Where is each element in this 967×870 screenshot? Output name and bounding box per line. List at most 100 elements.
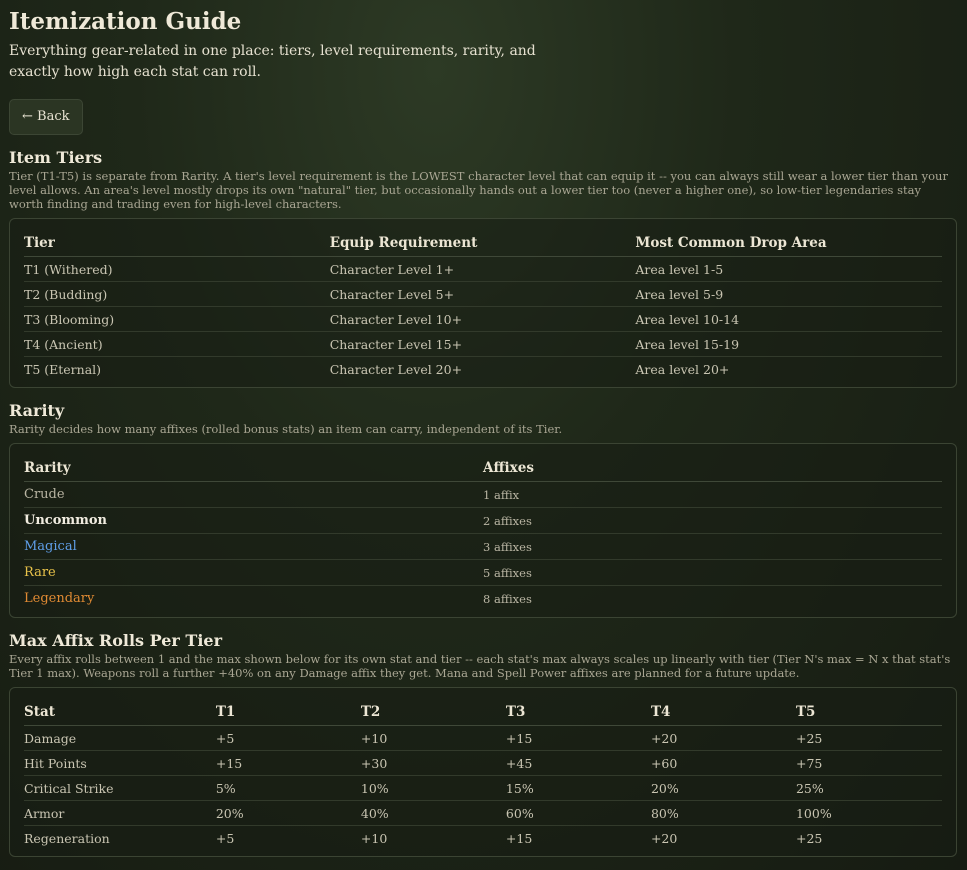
page-title: Itemization Guide <box>9 8 242 35</box>
table-row: Rare 5 affixes <box>24 559 942 586</box>
rarity-name: Legendary <box>24 591 95 606</box>
max-affix-card: Stat T1 T2 T3 T4 T5 Damage +5 +10 +15 +20 +25… <box>9 687 957 857</box>
max-affix-table-body: Damage +5 +10 +15 +20 +25 Hit Points +15 +30 +45 +… <box>24 725 942 851</box>
max-affix-section: Max Affix Rolls Per Tier Every affix rol… <box>9 630 957 857</box>
roll-t2: +10 <box>360 725 506 751</box>
roll-t2: +30 <box>360 750 506 776</box>
rarity-card: Rarity Affixes Crude 1 affix Uncommon 2 aff… <box>9 443 957 618</box>
rarity-name: Crude <box>24 481 483 508</box>
table-row: Regeneration +5 +10 +15 +20 +25 <box>24 826 942 851</box>
tier-requirement: Character Level 15+ <box>329 331 636 357</box>
roll-t5: +25 <box>795 830 823 846</box>
rarity-table-body: Crude 1 affix Uncommon 2 affixes Magical 3 af… <box>24 481 942 612</box>
table-row: Armor 20% 40% 60% 80% 100% <box>24 800 942 826</box>
item-tiers-table: Tier Equip Requirement Most Common Drop … <box>24 230 942 381</box>
roll-t4: +60 <box>650 750 796 776</box>
roll-t1: +5 <box>215 830 235 846</box>
rarity-heading: Rarity <box>9 401 65 420</box>
tier-drop-area: Area level 5-9 <box>635 281 942 307</box>
tier-drop-area: Area level 10-14 <box>635 306 942 332</box>
tier-requirement: Character Level 10+ <box>329 306 636 332</box>
roll-t1: 20% <box>215 800 361 826</box>
tier-requirement: Character Level 1+ <box>329 256 636 282</box>
table-row: Critical Strike 5% 10% 15% 20% 25% <box>24 775 942 801</box>
column-header-drop-area: Most Common Drop Area <box>635 230 942 257</box>
column-header-t1: T1 <box>215 699 361 726</box>
rarity-affixes: 1 affix <box>483 481 942 508</box>
table-header-row: Rarity Affixes <box>24 455 942 482</box>
table-header-row: Stat T1 T2 T3 T4 T5 <box>24 699 942 726</box>
roll-t3: +45 <box>505 750 651 776</box>
column-header-t4: T4 <box>650 699 796 726</box>
roll-t2: 10% <box>360 775 506 801</box>
tier-name: T5 (Eternal) <box>24 361 102 377</box>
rarity-name: Magical <box>24 533 483 560</box>
roll-t5: 25% <box>795 775 942 801</box>
rarity-section: Rarity Rarity decides how many affixes (… <box>9 400 957 618</box>
page: Itemization Guide Everything gear-relate… <box>0 0 967 857</box>
tier-name: T2 (Budding) <box>24 281 330 307</box>
roll-t4: 20% <box>650 775 796 801</box>
rarity-affixes: 8 affixes <box>483 591 532 606</box>
column-header-rarity: Rarity <box>24 455 483 482</box>
table-row: Uncommon 2 affixes <box>24 507 942 534</box>
column-header-equip-requirement: Equip Requirement <box>329 230 636 257</box>
table-row: Hit Points +15 +30 +45 +60 +75 <box>24 750 942 776</box>
stat-name: Regeneration <box>24 830 110 846</box>
rarity-name: Rare <box>24 559 483 586</box>
stat-name: Damage <box>24 725 216 751</box>
tier-drop-area: Area level 15-19 <box>635 331 942 357</box>
rarity-description: Rarity decides how many affixes (rolled … <box>9 422 563 436</box>
tier-name: T4 (Ancient) <box>24 331 330 357</box>
roll-t3: 15% <box>505 775 651 801</box>
column-header-t2: T2 <box>360 699 506 726</box>
item-tiers-section: Item Tiers Tier (T1-T5) is separate from… <box>9 147 957 388</box>
table-row: Damage +5 +10 +15 +20 +25 <box>24 725 942 751</box>
rarity-affixes: 5 affixes <box>483 559 942 586</box>
roll-t4: +20 <box>650 830 678 846</box>
rarity-affixes: 2 affixes <box>483 507 942 534</box>
table-row: Magical 3 affixes <box>24 533 942 560</box>
table-header-row: Tier Equip Requirement Most Common Drop … <box>24 230 942 257</box>
table-row: T4 (Ancient) Character Level 15+ Area le… <box>24 331 942 357</box>
roll-t4: 80% <box>650 800 796 826</box>
column-header-t5: T5 <box>795 699 942 726</box>
roll-t5: 100% <box>795 800 942 826</box>
back-button[interactable]: ← Back <box>9 99 83 135</box>
roll-t1: +5 <box>215 725 361 751</box>
table-row: T3 (Blooming) Character Level 10+ Area l… <box>24 306 942 332</box>
roll-t3: +15 <box>505 830 533 846</box>
stat-name: Armor <box>24 800 216 826</box>
tier-drop-area: Area level 1-5 <box>635 256 942 282</box>
page-subtitle: Everything gear-related in one place: ti… <box>9 43 536 80</box>
item-tiers-description: Tier (T1-T5) is separate from Rarity. A … <box>9 169 948 211</box>
rarity-table: Rarity Affixes Crude 1 affix Uncommon 2 aff… <box>24 455 942 611</box>
max-affix-heading: Max Affix Rolls Per Tier <box>9 631 222 650</box>
roll-t4: +20 <box>650 725 796 751</box>
roll-t5: +75 <box>795 750 942 776</box>
tier-requirement: Character Level 5+ <box>329 281 636 307</box>
roll-t1: 5% <box>215 775 361 801</box>
tier-requirement: Character Level 20+ <box>329 361 463 377</box>
column-header-stat: Stat <box>24 699 216 726</box>
table-row: T1 (Withered) Character Level 1+ Area le… <box>24 256 942 282</box>
tier-name: T3 (Blooming) <box>24 306 330 332</box>
roll-t5: +25 <box>795 725 942 751</box>
roll-t1: +15 <box>215 750 361 776</box>
roll-t3: +15 <box>505 725 651 751</box>
table-row: T5 (Eternal) Character Level 20+ Area le… <box>24 357 942 382</box>
stat-name: Critical Strike <box>24 775 216 801</box>
table-row: Legendary 8 affixes <box>24 586 942 612</box>
column-header-t3: T3 <box>505 699 651 726</box>
column-header-affixes: Affixes <box>483 455 942 482</box>
table-row: Crude 1 affix <box>24 481 942 508</box>
item-tiers-card: Tier Equip Requirement Most Common Drop … <box>9 218 957 388</box>
tier-name: T1 (Withered) <box>24 256 330 282</box>
table-row: T2 (Budding) Character Level 5+ Area lev… <box>24 281 942 307</box>
tier-drop-area: Area level 20+ <box>635 361 730 377</box>
roll-t2: 40% <box>360 800 506 826</box>
max-affix-table: Stat T1 T2 T3 T4 T5 Damage +5 +10 +15 +20 +25… <box>24 699 942 850</box>
roll-t3: 60% <box>505 800 651 826</box>
roll-t2: +10 <box>360 830 388 846</box>
rarity-affixes: 3 affixes <box>483 533 942 560</box>
